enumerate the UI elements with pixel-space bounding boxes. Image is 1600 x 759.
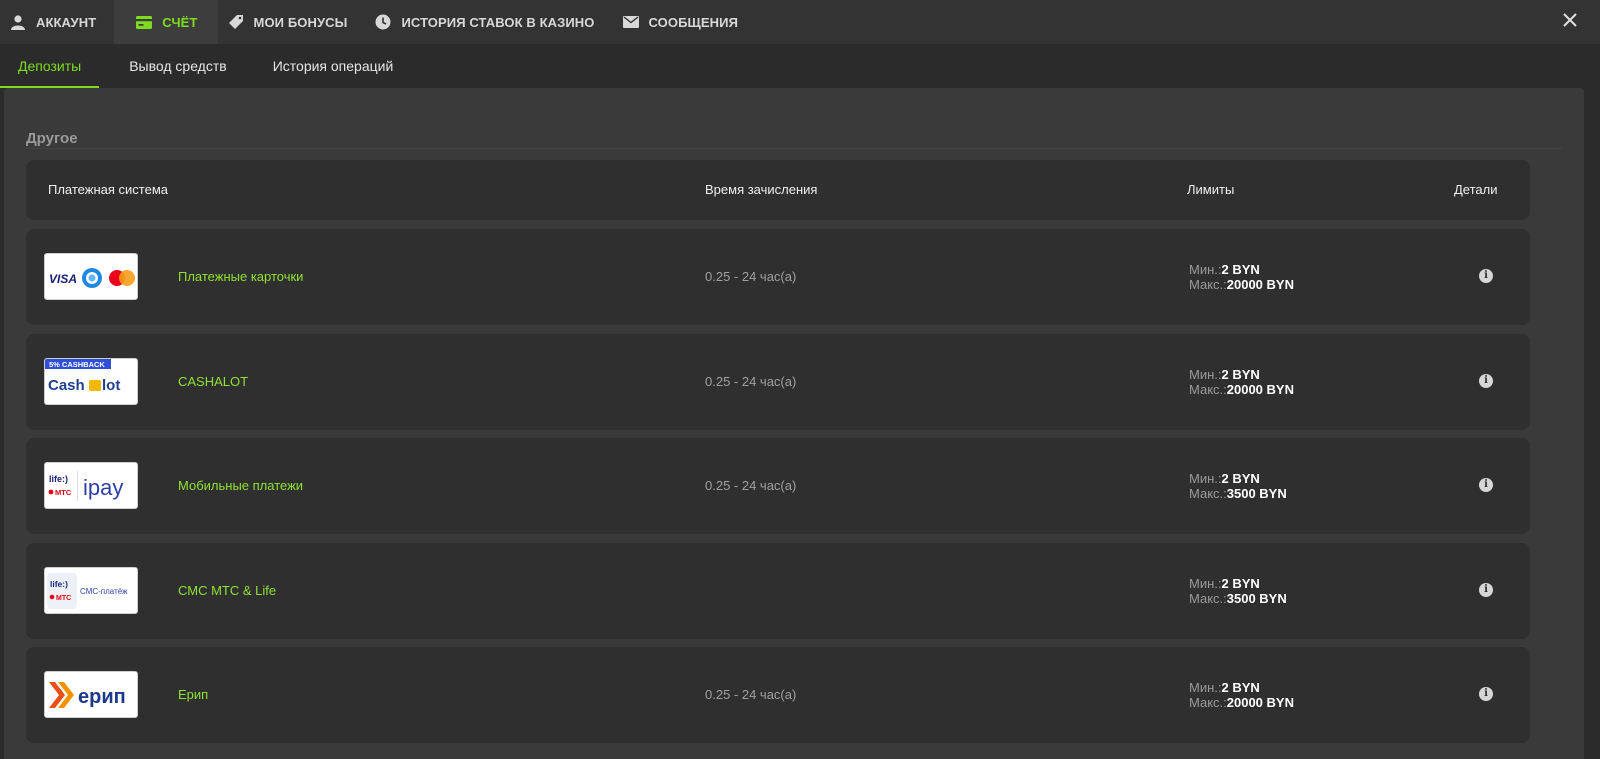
info-icon[interactable]: i: [1479, 269, 1493, 283]
header-limits: Лимиты: [1187, 182, 1235, 197]
limits: Мин.:2 BYN Макс.:3500 BYN: [1189, 576, 1287, 606]
limits: Мин.:2 BYN Макс.:20000 BYN: [1189, 680, 1294, 710]
info-icon[interactable]: i: [1479, 687, 1493, 701]
limits: Мин.:2 BYN Макс.:20000 BYN: [1189, 262, 1294, 292]
top-tab-bar: АККАУНТ СЧЁТ МОИ БОНУСЫ ИСТОРИЯ СТАВОК В…: [0, 0, 1600, 44]
user-icon: [10, 14, 26, 30]
close-icon: [1562, 12, 1578, 33]
envelope-icon: [622, 14, 639, 30]
tab-account-label: АККАУНТ: [36, 14, 97, 30]
svg-text:life:): life:): [50, 579, 68, 589]
tab-casino-history[interactable]: ИСТОРИЯ СТАВОК В КАЗИНО: [365, 0, 612, 44]
payment-method-row[interactable]: life:) МТС СМС-платёж СМС МТС & Life Мин…: [26, 543, 1530, 639]
table-header: Платежная система Время зачисления Лимит…: [26, 160, 1530, 220]
sub-tab-bar: Депозиты Вывод средств История операций: [0, 44, 1600, 88]
tab-account-balance[interactable]: СЧЁТ: [114, 0, 218, 44]
header-credit-time: Время зачисления: [705, 182, 818, 197]
svg-text:VISA: VISA: [49, 272, 77, 286]
svg-text:ipay: ipay: [83, 475, 123, 500]
cashalot-logo: 5% CASHBACK Cash lot: [44, 358, 138, 405]
tab-my-bonuses[interactable]: МОИ БОНУСЫ: [218, 0, 366, 44]
tab-account[interactable]: АККАУНТ: [0, 0, 114, 44]
section-divider: [26, 148, 1562, 149]
payment-method-name[interactable]: CASHALOT: [178, 374, 248, 389]
svg-text:Cash: Cash: [48, 377, 85, 394]
limits: Мин.:2 BYN Макс.:20000 BYN: [1189, 367, 1294, 397]
info-icon[interactable]: i: [1479, 478, 1493, 492]
subtab-withdrawal[interactable]: Вывод средств: [99, 44, 249, 88]
payment-method-name[interactable]: Ерип: [178, 687, 208, 702]
payment-method-name[interactable]: Платежные карточки: [178, 269, 303, 284]
svg-text:МТС: МТС: [55, 488, 72, 497]
tab-messages-label: СООБЩЕНИЯ: [648, 14, 739, 30]
info-icon[interactable]: i: [1479, 583, 1493, 597]
info-icon[interactable]: i: [1479, 374, 1493, 388]
svg-text:5% CASHBACK: 5% CASHBACK: [49, 360, 105, 369]
mobile-payments-logo: life:) МТС ipay: [44, 462, 138, 509]
payment-cards-logo: VISA: [44, 253, 138, 300]
subtab-deposits[interactable]: Депозиты: [0, 44, 100, 88]
subtab-operations-history[interactable]: История операций: [249, 44, 416, 88]
payment-method-row[interactable]: 5% CASHBACK Cash lot CASHALOT 0.25 - 24 …: [26, 334, 1530, 430]
payment-method-row[interactable]: ерип Ерип 0.25 - 24 час(а) Мин.:2 BYN Ма…: [26, 647, 1530, 743]
clock-icon: [375, 14, 391, 30]
payment-method-row[interactable]: life:) МТС ipay Мобильные платежи 0.25 -…: [26, 438, 1530, 534]
tab-account-balance-label: СЧЁТ: [162, 14, 198, 30]
tag-icon: [228, 14, 244, 30]
svg-text:СМС-платёж: СМС-платёж: [80, 587, 128, 596]
credit-time: 0.25 - 24 час(а): [705, 269, 797, 284]
svg-text:lot: lot: [102, 377, 120, 394]
svg-text:МТС: МТС: [56, 595, 71, 602]
header-details: Детали: [1454, 182, 1498, 197]
erip-logo: ерип: [44, 671, 138, 718]
payment-method-name[interactable]: Мобильные платежи: [178, 478, 303, 493]
credit-time: 0.25 - 24 час(а): [705, 687, 797, 702]
deposits-panel: Другое Платежная система Время зачислени…: [4, 88, 1584, 759]
credit-time: 0.25 - 24 час(а): [705, 374, 797, 389]
payment-method-name[interactable]: СМС МТС & Life: [178, 583, 276, 598]
credit-time: 0.25 - 24 час(а): [705, 478, 797, 493]
limits: Мин.:2 BYN Макс.:3500 BYN: [1189, 471, 1287, 501]
card-icon: [136, 14, 153, 30]
tab-my-bonuses-label: МОИ БОНУСЫ: [253, 14, 348, 30]
tab-casino-history-label: ИСТОРИЯ СТАВОК В КАЗИНО: [401, 14, 595, 30]
close-button[interactable]: [1558, 10, 1582, 34]
sms-payment-logo: life:) МТС СМС-платёж: [44, 567, 138, 614]
section-title: Другое: [26, 130, 78, 147]
svg-text:life:): life:): [49, 474, 68, 484]
header-payment-system: Платежная система: [48, 182, 168, 197]
svg-text:ерип: ерип: [78, 686, 126, 708]
payment-method-row[interactable]: VISA Платежные карточки 0.25 - 24 час(а)…: [26, 229, 1530, 325]
tab-messages[interactable]: СООБЩЕНИЯ: [613, 0, 757, 44]
